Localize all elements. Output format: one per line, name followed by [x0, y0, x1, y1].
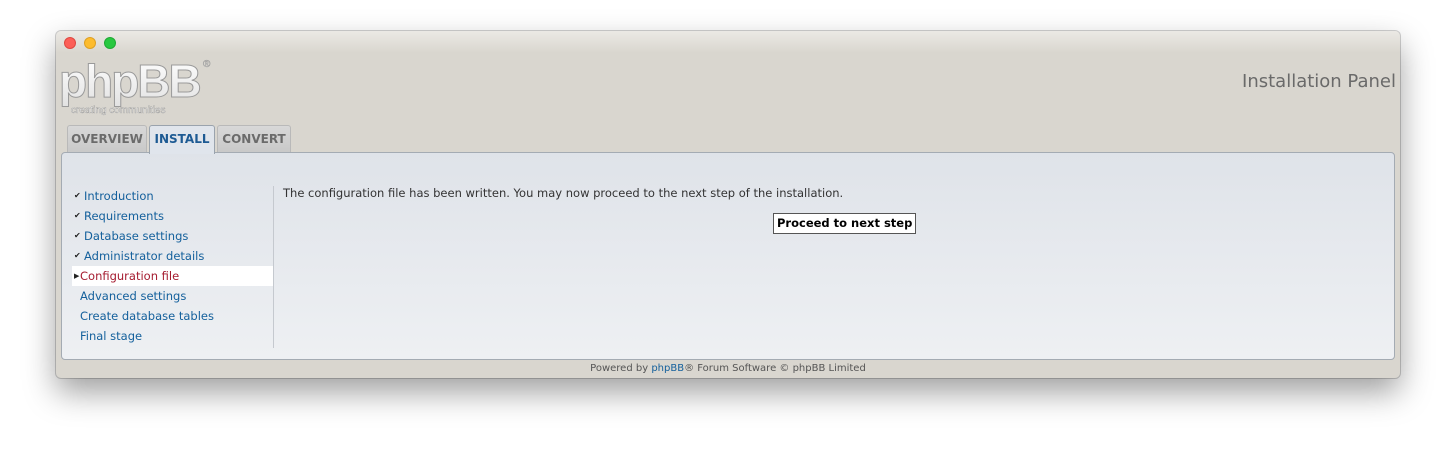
checkmark-icon: ✔ — [74, 231, 81, 240]
content-panel: ✔ Introduction ✔ Requirements ✔ Database… — [61, 152, 1395, 360]
zoom-window-button[interactable] — [104, 37, 116, 49]
tab-overview[interactable]: OVERVIEW — [67, 125, 147, 153]
minimize-window-button[interactable] — [84, 37, 96, 49]
footer-prefix: Powered by — [590, 363, 652, 374]
logo-tagline: creating communities — [71, 105, 165, 116]
window-titlebar — [56, 31, 1400, 53]
menu-item-introduction[interactable]: ✔ Introduction — [72, 186, 273, 206]
menu-item-configuration-file[interactable]: ▶ Configuration file — [72, 266, 273, 286]
page-title: Installation Panel — [1242, 71, 1396, 92]
footer-suffix: ® Forum Software © phpBB Limited — [684, 363, 866, 374]
arrow-right-icon: ▶ — [74, 272, 80, 280]
tab-convert[interactable]: CONVERT — [217, 125, 291, 153]
logo-wordmark: phpBB — [59, 55, 201, 107]
tab-install[interactable]: INSTALL — [149, 125, 215, 154]
install-step-menu: ✔ Introduction ✔ Requirements ✔ Database… — [72, 186, 274, 348]
menu-item-administrator-details[interactable]: ✔ Administrator details — [72, 246, 273, 266]
menu-item-final-stage[interactable]: Final stage — [72, 326, 273, 346]
phpbb-logo: phpBB ® creating communities — [59, 55, 211, 117]
proceed-button[interactable]: Proceed to next step — [773, 213, 917, 234]
svg-text:®: ® — [203, 59, 211, 70]
menu-item-create-database-tables[interactable]: Create database tables — [72, 306, 273, 326]
menu-item-requirements[interactable]: ✔ Requirements — [72, 206, 273, 226]
close-window-button[interactable] — [64, 37, 76, 49]
status-message: The configuration file has been written.… — [283, 186, 844, 200]
checkmark-icon: ✔ — [74, 191, 81, 200]
checkmark-icon: ✔ — [74, 211, 81, 220]
footer: Powered by phpBB® Forum Software © phpBB… — [56, 363, 1400, 374]
menu-item-advanced-settings[interactable]: Advanced settings — [72, 286, 273, 306]
checkmark-icon: ✔ — [74, 251, 81, 260]
browser-window: phpBB ® creating communities Installatio… — [56, 31, 1400, 378]
phpbb-link[interactable]: phpBB — [651, 363, 684, 374]
menu-item-database-settings[interactable]: ✔ Database settings — [72, 226, 273, 246]
